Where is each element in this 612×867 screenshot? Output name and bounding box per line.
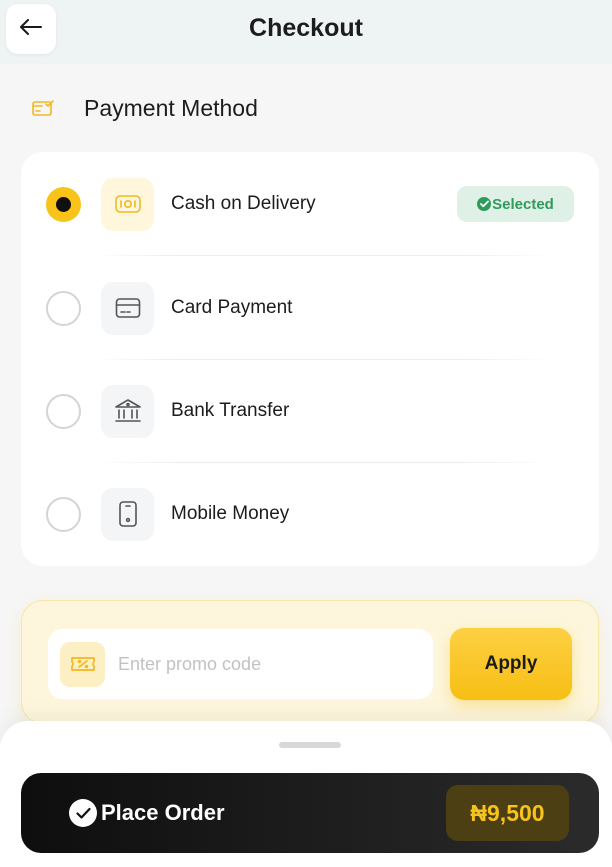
radio-button[interactable]: [46, 496, 81, 532]
credit-card-icon: [101, 281, 154, 335]
place-order-label: Place Order: [101, 800, 225, 825]
payment-option-bank-transfer[interactable]: Bank Transfer: [21, 359, 599, 463]
payment-methods-list: Cash on Delivery Selected Card Payment B…: [21, 152, 599, 566]
promo-code-input[interactable]: [118, 644, 418, 684]
apply-button[interactable]: Apply: [450, 628, 572, 700]
payment-method-heading: Payment Method: [32, 92, 258, 124]
radio-button[interactable]: [46, 393, 81, 429]
payment-option-mobile-money[interactable]: Mobile Money: [21, 462, 599, 566]
selected-badge-label: Selected: [492, 195, 554, 213]
payment-option-cash-on-delivery[interactable]: Cash on Delivery Selected: [21, 152, 599, 256]
place-order-button[interactable]: Place Order ₦9,500: [21, 773, 599, 853]
promo-code-field[interactable]: [48, 629, 433, 699]
payment-option-label: Cash on Delivery: [171, 193, 316, 214]
selected-badge: Selected: [457, 186, 574, 222]
cash-icon: [101, 177, 154, 231]
radio-button-selected[interactable]: [46, 186, 81, 222]
bank-icon: [101, 384, 154, 438]
header-bar: Checkout: [0, 0, 612, 64]
payment-option-card-payment[interactable]: Card Payment: [21, 256, 599, 360]
promo-code-card: Apply: [21, 600, 599, 724]
payment-option-label: Bank Transfer: [171, 400, 290, 421]
bottom-sheet: Place Order ₦9,500: [0, 721, 612, 867]
ticket-icon: [60, 641, 105, 687]
payment-card-check-icon: [32, 96, 56, 120]
page-title: Checkout: [249, 14, 363, 42]
order-total: ₦9,500: [446, 785, 569, 841]
check-circle-icon: [69, 799, 97, 827]
payment-option-label: Card Payment: [171, 297, 293, 318]
mobile-phone-icon: [101, 487, 154, 541]
check-circle-icon: [477, 197, 492, 211]
drag-handle[interactable]: [279, 742, 341, 748]
section-title: Payment Method: [84, 94, 258, 121]
payment-option-label: Mobile Money: [171, 503, 290, 524]
radio-button[interactable]: [46, 290, 81, 326]
